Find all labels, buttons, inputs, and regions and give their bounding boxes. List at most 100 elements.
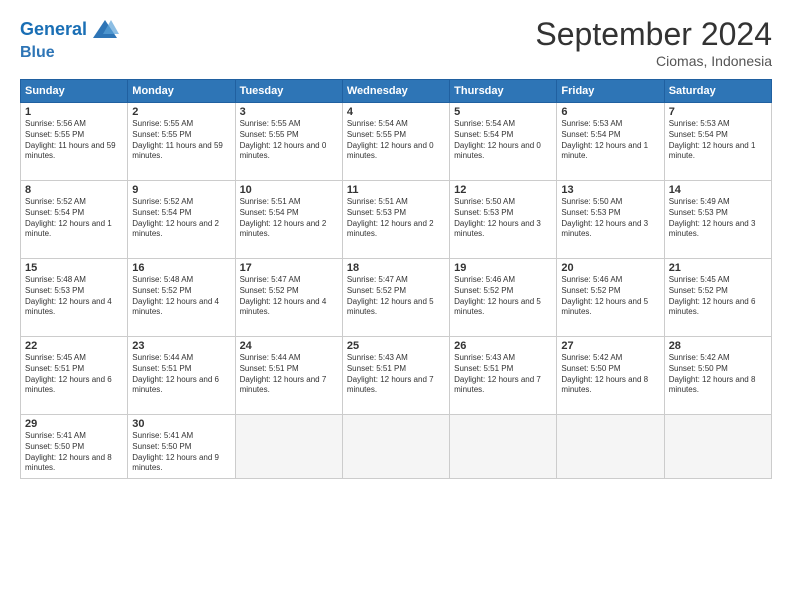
day-number: 16 bbox=[132, 262, 230, 274]
day-info: Sunrise: 5:51 AMSunset: 5:53 PMDaylight:… bbox=[347, 197, 445, 240]
day-info: Sunrise: 5:52 AMSunset: 5:54 PMDaylight:… bbox=[25, 197, 123, 240]
table-cell: 21Sunrise: 5:45 AMSunset: 5:52 PMDayligh… bbox=[664, 259, 771, 337]
table-cell: 20Sunrise: 5:46 AMSunset: 5:52 PMDayligh… bbox=[557, 259, 664, 337]
day-info: Sunrise: 5:48 AMSunset: 5:52 PMDaylight:… bbox=[132, 275, 230, 318]
day-number: 8 bbox=[25, 184, 123, 196]
calendar-row: 29Sunrise: 5:41 AMSunset: 5:50 PMDayligh… bbox=[21, 415, 772, 479]
day-number: 12 bbox=[454, 184, 552, 196]
table-cell: 24Sunrise: 5:44 AMSunset: 5:51 PMDayligh… bbox=[235, 337, 342, 415]
table-cell: 23Sunrise: 5:44 AMSunset: 5:51 PMDayligh… bbox=[128, 337, 235, 415]
day-info: Sunrise: 5:46 AMSunset: 5:52 PMDaylight:… bbox=[561, 275, 659, 318]
table-cell bbox=[342, 415, 449, 479]
logo: General Blue bbox=[20, 16, 119, 62]
day-info: Sunrise: 5:41 AMSunset: 5:50 PMDaylight:… bbox=[25, 431, 123, 474]
table-cell: 12Sunrise: 5:50 AMSunset: 5:53 PMDayligh… bbox=[450, 181, 557, 259]
title-block: September 2024 Ciomas, Indonesia bbox=[535, 16, 772, 69]
day-info: Sunrise: 5:52 AMSunset: 5:54 PMDaylight:… bbox=[132, 197, 230, 240]
day-number: 19 bbox=[454, 262, 552, 274]
day-number: 4 bbox=[347, 106, 445, 118]
day-info: Sunrise: 5:50 AMSunset: 5:53 PMDaylight:… bbox=[561, 197, 659, 240]
table-cell: 3Sunrise: 5:55 AMSunset: 5:55 PMDaylight… bbox=[235, 103, 342, 181]
day-number: 11 bbox=[347, 184, 445, 196]
month-title: September 2024 bbox=[535, 16, 772, 53]
day-number: 13 bbox=[561, 184, 659, 196]
table-cell: 22Sunrise: 5:45 AMSunset: 5:51 PMDayligh… bbox=[21, 337, 128, 415]
day-number: 25 bbox=[347, 340, 445, 352]
day-number: 30 bbox=[132, 418, 230, 430]
day-number: 5 bbox=[454, 106, 552, 118]
col-monday: Monday bbox=[128, 80, 235, 103]
day-number: 27 bbox=[561, 340, 659, 352]
calendar-row: 22Sunrise: 5:45 AMSunset: 5:51 PMDayligh… bbox=[21, 337, 772, 415]
day-info: Sunrise: 5:43 AMSunset: 5:51 PMDaylight:… bbox=[454, 353, 552, 396]
day-info: Sunrise: 5:53 AMSunset: 5:54 PMDaylight:… bbox=[561, 119, 659, 162]
day-info: Sunrise: 5:53 AMSunset: 5:54 PMDaylight:… bbox=[669, 119, 767, 162]
day-number: 18 bbox=[347, 262, 445, 274]
day-number: 6 bbox=[561, 106, 659, 118]
table-cell: 8Sunrise: 5:52 AMSunset: 5:54 PMDaylight… bbox=[21, 181, 128, 259]
col-thursday: Thursday bbox=[450, 80, 557, 103]
subtitle: Ciomas, Indonesia bbox=[535, 53, 772, 69]
day-info: Sunrise: 5:54 AMSunset: 5:55 PMDaylight:… bbox=[347, 119, 445, 162]
table-cell: 10Sunrise: 5:51 AMSunset: 5:54 PMDayligh… bbox=[235, 181, 342, 259]
calendar-body: 1Sunrise: 5:56 AMSunset: 5:55 PMDaylight… bbox=[21, 103, 772, 479]
day-info: Sunrise: 5:47 AMSunset: 5:52 PMDaylight:… bbox=[347, 275, 445, 318]
day-info: Sunrise: 5:44 AMSunset: 5:51 PMDaylight:… bbox=[132, 353, 230, 396]
table-cell: 27Sunrise: 5:42 AMSunset: 5:50 PMDayligh… bbox=[557, 337, 664, 415]
table-cell bbox=[664, 415, 771, 479]
day-info: Sunrise: 5:49 AMSunset: 5:53 PMDaylight:… bbox=[669, 197, 767, 240]
table-cell: 16Sunrise: 5:48 AMSunset: 5:52 PMDayligh… bbox=[128, 259, 235, 337]
table-cell bbox=[557, 415, 664, 479]
day-info: Sunrise: 5:47 AMSunset: 5:52 PMDaylight:… bbox=[240, 275, 338, 318]
day-info: Sunrise: 5:54 AMSunset: 5:54 PMDaylight:… bbox=[454, 119, 552, 162]
day-info: Sunrise: 5:42 AMSunset: 5:50 PMDaylight:… bbox=[561, 353, 659, 396]
col-friday: Friday bbox=[557, 80, 664, 103]
day-number: 3 bbox=[240, 106, 338, 118]
table-cell: 18Sunrise: 5:47 AMSunset: 5:52 PMDayligh… bbox=[342, 259, 449, 337]
day-number: 24 bbox=[240, 340, 338, 352]
col-wednesday: Wednesday bbox=[342, 80, 449, 103]
day-number: 14 bbox=[669, 184, 767, 196]
calendar-table: Sunday Monday Tuesday Wednesday Thursday… bbox=[20, 79, 772, 479]
day-info: Sunrise: 5:45 AMSunset: 5:52 PMDaylight:… bbox=[669, 275, 767, 318]
header: General Blue September 2024 Ciomas, Indo… bbox=[20, 16, 772, 69]
table-cell: 5Sunrise: 5:54 AMSunset: 5:54 PMDaylight… bbox=[450, 103, 557, 181]
day-info: Sunrise: 5:50 AMSunset: 5:53 PMDaylight:… bbox=[454, 197, 552, 240]
day-number: 1 bbox=[25, 106, 123, 118]
day-number: 17 bbox=[240, 262, 338, 274]
day-number: 28 bbox=[669, 340, 767, 352]
day-info: Sunrise: 5:46 AMSunset: 5:52 PMDaylight:… bbox=[454, 275, 552, 318]
table-cell: 17Sunrise: 5:47 AMSunset: 5:52 PMDayligh… bbox=[235, 259, 342, 337]
table-cell bbox=[235, 415, 342, 479]
day-number: 15 bbox=[25, 262, 123, 274]
table-cell: 28Sunrise: 5:42 AMSunset: 5:50 PMDayligh… bbox=[664, 337, 771, 415]
table-cell: 11Sunrise: 5:51 AMSunset: 5:53 PMDayligh… bbox=[342, 181, 449, 259]
col-sunday: Sunday bbox=[21, 80, 128, 103]
table-cell: 7Sunrise: 5:53 AMSunset: 5:54 PMDaylight… bbox=[664, 103, 771, 181]
day-info: Sunrise: 5:44 AMSunset: 5:51 PMDaylight:… bbox=[240, 353, 338, 396]
page: General Blue September 2024 Ciomas, Indo… bbox=[0, 0, 792, 612]
day-number: 21 bbox=[669, 262, 767, 274]
table-cell bbox=[450, 415, 557, 479]
day-number: 9 bbox=[132, 184, 230, 196]
logo-general: General bbox=[20, 19, 87, 39]
calendar-row: 15Sunrise: 5:48 AMSunset: 5:53 PMDayligh… bbox=[21, 259, 772, 337]
table-cell: 9Sunrise: 5:52 AMSunset: 5:54 PMDaylight… bbox=[128, 181, 235, 259]
day-number: 26 bbox=[454, 340, 552, 352]
logo-icon bbox=[91, 16, 119, 44]
table-cell: 6Sunrise: 5:53 AMSunset: 5:54 PMDaylight… bbox=[557, 103, 664, 181]
table-cell: 4Sunrise: 5:54 AMSunset: 5:55 PMDaylight… bbox=[342, 103, 449, 181]
table-cell: 2Sunrise: 5:55 AMSunset: 5:55 PMDaylight… bbox=[128, 103, 235, 181]
col-saturday: Saturday bbox=[664, 80, 771, 103]
logo-text: General bbox=[20, 20, 87, 40]
day-info: Sunrise: 5:41 AMSunset: 5:50 PMDaylight:… bbox=[132, 431, 230, 474]
day-info: Sunrise: 5:55 AMSunset: 5:55 PMDaylight:… bbox=[132, 119, 230, 162]
table-cell: 13Sunrise: 5:50 AMSunset: 5:53 PMDayligh… bbox=[557, 181, 664, 259]
day-info: Sunrise: 5:42 AMSunset: 5:50 PMDaylight:… bbox=[669, 353, 767, 396]
day-number: 23 bbox=[132, 340, 230, 352]
table-cell: 14Sunrise: 5:49 AMSunset: 5:53 PMDayligh… bbox=[664, 181, 771, 259]
table-cell: 26Sunrise: 5:43 AMSunset: 5:51 PMDayligh… bbox=[450, 337, 557, 415]
table-cell: 30Sunrise: 5:41 AMSunset: 5:50 PMDayligh… bbox=[128, 415, 235, 479]
day-number: 2 bbox=[132, 106, 230, 118]
day-number: 22 bbox=[25, 340, 123, 352]
